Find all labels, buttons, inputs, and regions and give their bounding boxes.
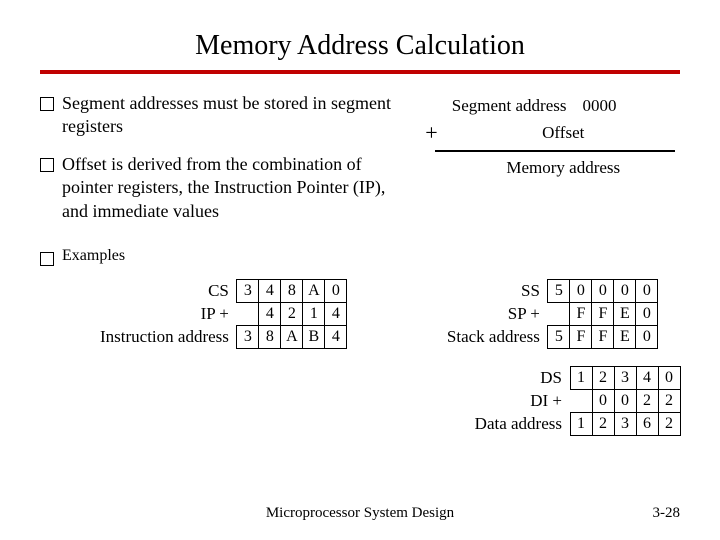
- hex-cell: 0: [324, 279, 347, 303]
- ss-label: SS: [447, 281, 548, 301]
- hex-cell: 2: [592, 412, 615, 436]
- tables-row-1: CS 3 4 8 A 0 IP + 4 2 1 4 Instruction ad…: [100, 280, 680, 349]
- hex-cell: 8: [258, 325, 281, 349]
- content-row: Segment addresses must be stored in segm…: [40, 92, 680, 237]
- hex-cell: 0: [613, 279, 636, 303]
- calculation-diagram: Segment address 0000 + Offset Memory add…: [417, 92, 681, 237]
- bullet-box-icon: [40, 158, 54, 172]
- bullet-box-icon: [40, 252, 54, 266]
- hex-cell: E: [613, 302, 636, 326]
- ds-label: DS: [100, 368, 570, 388]
- diagram-row-offset: + Offset: [417, 120, 681, 146]
- hex-cell: 1: [302, 302, 325, 326]
- example-ds: DS 1 2 3 4 0 DI + 0 0 2 2 Data address 1…: [100, 367, 680, 436]
- cs-label: CS: [100, 281, 237, 301]
- hex-cell: F: [569, 302, 592, 326]
- hex-cell: 4: [258, 302, 281, 326]
- hex-cell: A: [280, 325, 303, 349]
- bullet-item: Examples: [40, 247, 680, 266]
- hex-cell: 4: [258, 279, 281, 303]
- instruction-address-label: Instruction address: [100, 327, 237, 347]
- hex-cell: 2: [658, 389, 681, 413]
- hex-cell: 0: [591, 279, 614, 303]
- bullet-text: Offset is derived from the combination o…: [62, 153, 397, 223]
- example-ss: SS 5 0 0 0 0 SP + F F E 0 Stack address …: [447, 280, 658, 349]
- hex-cell: 3: [236, 325, 259, 349]
- hex-cell: F: [569, 325, 592, 349]
- hex-cell: 0: [635, 325, 658, 349]
- hex-cell: 0: [614, 389, 637, 413]
- diagram-rule: [435, 150, 675, 152]
- slide-title: Memory Address Calculation: [40, 30, 680, 62]
- hex-cell: 2: [658, 412, 681, 436]
- page-number: 3-28: [653, 505, 681, 522]
- stack-address-label: Stack address: [447, 327, 548, 347]
- hex-cell: 0: [635, 279, 658, 303]
- hex-cell: 2: [592, 366, 615, 390]
- hex-cell: 0: [658, 366, 681, 390]
- diagram-row-result: Memory address: [417, 158, 681, 178]
- plus-symbol: +: [417, 120, 447, 146]
- ip-label: IP +: [100, 304, 237, 324]
- bullets-column: Segment addresses must be stored in segm…: [40, 92, 397, 237]
- hex-cell: 0: [592, 389, 615, 413]
- hex-cell: E: [613, 325, 636, 349]
- hex-cell: 3: [614, 412, 637, 436]
- hex-cell: 2: [280, 302, 303, 326]
- slide: Memory Address Calculation Segment addre…: [0, 0, 720, 540]
- hex-cell: 4: [324, 302, 347, 326]
- hex-cell: 3: [236, 279, 259, 303]
- hex-cell: 0: [635, 302, 658, 326]
- bullet-item: Offset is derived from the combination o…: [40, 153, 397, 223]
- bullet-box-icon: [40, 97, 54, 111]
- example-cs: CS 3 4 8 A 0 IP + 4 2 1 4 Instruction ad…: [100, 280, 347, 349]
- hex-cell: 0: [569, 279, 592, 303]
- title-rule: [40, 70, 680, 74]
- hex-cell: A: [302, 279, 325, 303]
- hex-cell: 5: [547, 279, 570, 303]
- examples-block: Examples CS 3 4 8 A 0 IP + 4 2 1 4: [40, 247, 680, 436]
- hex-cell: 4: [636, 366, 659, 390]
- bullet-item: Segment addresses must be stored in segm…: [40, 92, 397, 139]
- hex-cell: 8: [280, 279, 303, 303]
- bullet-text: Examples: [62, 247, 125, 266]
- hex-cell: 2: [636, 389, 659, 413]
- hex-cell: 6: [636, 412, 659, 436]
- hex-cell: 1: [570, 412, 593, 436]
- hex-cell: F: [591, 302, 614, 326]
- bullet-text: Segment addresses must be stored in segm…: [62, 92, 397, 139]
- diagram-row-segment: Segment address 0000: [417, 96, 681, 116]
- hex-cell: 4: [324, 325, 347, 349]
- memory-address-label: Memory address: [447, 158, 681, 178]
- hex-cell: B: [302, 325, 325, 349]
- tables-row-2: DS 1 2 3 4 0 DI + 0 0 2 2 Data address 1…: [100, 367, 680, 436]
- slide-footer: Microprocessor System Design: [0, 505, 720, 522]
- hex-cell: 3: [614, 366, 637, 390]
- segment-zeros: 0000: [577, 96, 633, 116]
- segment-address-label: Segment address: [417, 96, 577, 116]
- sp-label: SP +: [447, 304, 548, 324]
- hex-cell: F: [591, 325, 614, 349]
- offset-label: Offset: [447, 123, 681, 143]
- hex-cell: 5: [547, 325, 570, 349]
- data-address-label: Data address: [100, 414, 570, 434]
- hex-cell: 1: [570, 366, 593, 390]
- di-label: DI +: [100, 391, 570, 411]
